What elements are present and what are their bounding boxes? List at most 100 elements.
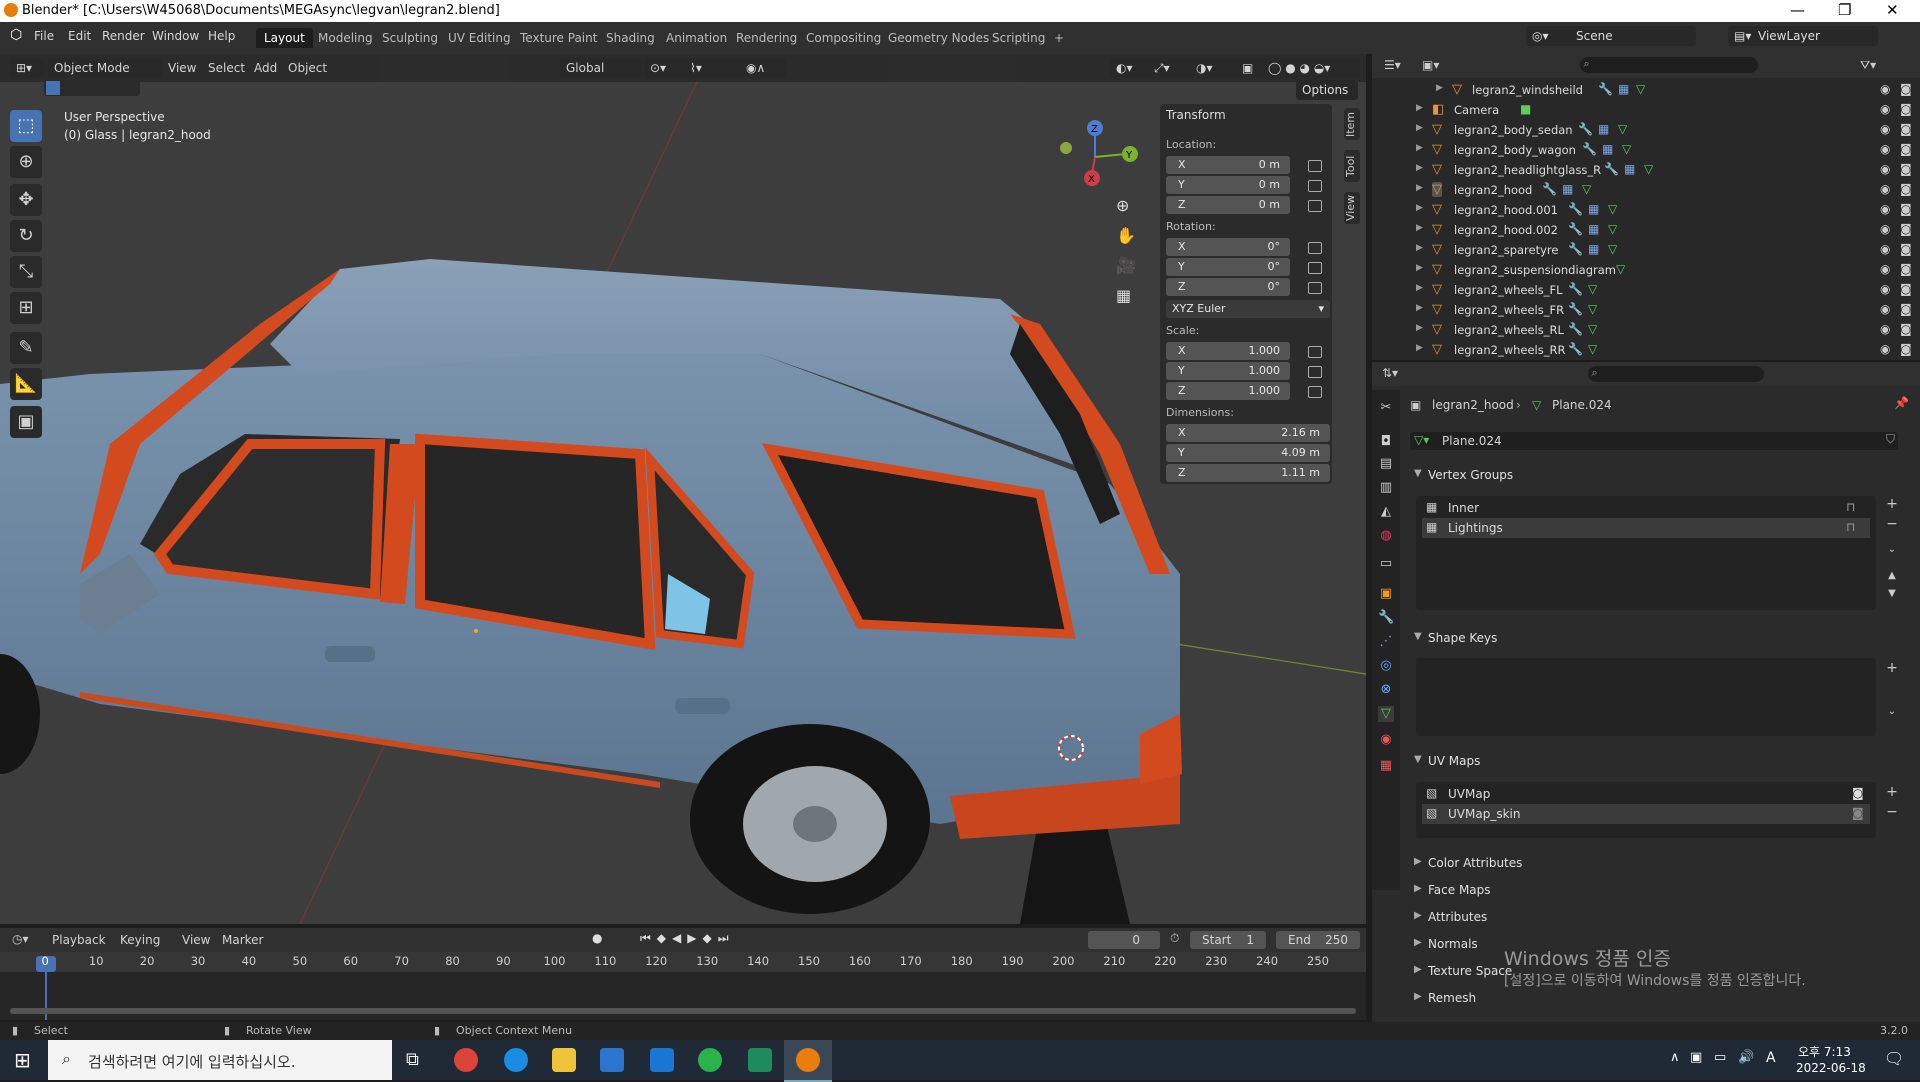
taskbar-date[interactable]: 2022-06-18 [1796, 1061, 1866, 1075]
lock-icon[interactable] [1308, 180, 1322, 192]
restore-icon[interactable]: ❐ [1838, 1, 1851, 19]
viewport-menu-view[interactable]: View [168, 61, 196, 75]
record-icon[interactable]: ● [592, 931, 602, 945]
remove-vertex-group-button[interactable]: − [1884, 516, 1900, 532]
tab-modeling[interactable]: Modeling [310, 28, 381, 48]
texture-tab-icon[interactable]: ▦ [1378, 758, 1394, 774]
shading-modes-icon[interactable]: ◯ ● ◕ ◒▾ [1262, 58, 1360, 78]
lock-icon[interactable] [1308, 262, 1322, 274]
outliner-row[interactable]: ▶ ▽ legran2_wheels_FR 🔧 ▽ ◉ ◙ [1372, 300, 1920, 320]
dimensions-z-field[interactable]: Z 1.11 m [1166, 464, 1330, 482]
maps-app-icon[interactable] [748, 1048, 772, 1072]
scale-z-field[interactable]: Z 1.000 [1166, 382, 1290, 400]
timeline-menu-marker[interactable]: Marker [222, 933, 263, 947]
add-vertex-group-button[interactable]: + [1884, 496, 1900, 512]
tab-compositing[interactable]: Compositing [798, 28, 889, 48]
viewlayer-selector[interactable]: ViewLayer [1752, 26, 1878, 46]
color-attributes-header[interactable]: ▶ Color Attributes [1408, 852, 1906, 876]
modifier-tab-icon[interactable]: 🔧 [1378, 610, 1394, 626]
physics-tab-icon[interactable]: ◎ [1378, 658, 1394, 674]
zoom-icon[interactable]: ⊕ [1116, 196, 1129, 215]
rotation-x-field[interactable]: X 0° [1166, 238, 1290, 256]
navigation-gizmo[interactable]: Z Y X [1050, 112, 1140, 202]
display-mode-icon[interactable]: ▣▾ [1422, 58, 1439, 72]
outliner-row[interactable]: ▶ ▽ legran2_wheels_FL 🔧 ▽ ◉ ◙ [1372, 280, 1920, 300]
menu-edit[interactable]: Edit [68, 29, 91, 43]
playback-controls-icon[interactable]: ⏮◆◀▶◆⏭ [640, 931, 735, 946]
gizmo-icon[interactable]: ⤢▾ [1148, 58, 1194, 78]
timeline-scrollbar[interactable] [10, 1008, 1356, 1014]
outliner-row[interactable]: ▶ ▽ legran2_hood.002 🔧 ▦ ▽ ◉ ◙ [1372, 220, 1920, 240]
mail-icon[interactable] [650, 1048, 674, 1072]
sidebar-tab-item[interactable]: Item [1344, 108, 1360, 140]
tab-geometry-nodes[interactable]: Geometry Nodes [880, 28, 997, 48]
tool-tab-icon[interactable]: ✂ [1378, 400, 1394, 416]
editor-type-icon[interactable]: ⊞▾ [10, 58, 44, 78]
scale-tool-icon[interactable]: ⤡ [10, 256, 42, 288]
select-box-tool-icon[interactable]: ⬚ [10, 110, 42, 142]
attributes-header[interactable]: ▶ Attributes [1408, 906, 1906, 930]
location-z-field[interactable]: Z0 m [1166, 196, 1290, 214]
tab-layout[interactable]: Layout [256, 28, 313, 48]
current-frame-field[interactable]: 0 [1088, 931, 1160, 949]
tab-scripting[interactable]: Scripting [984, 28, 1053, 48]
end-frame-field[interactable]: End 250 [1276, 931, 1360, 949]
constraints-tab-icon[interactable]: ⊗ [1378, 682, 1394, 698]
network-icon[interactable]: ▭ [1714, 1050, 1726, 1065]
lock-icon[interactable] [1308, 346, 1322, 358]
move-down-icon[interactable]: ▼ [1884, 588, 1900, 604]
properties-search-input[interactable]: ⌕ [1588, 366, 1764, 382]
close-icon[interactable]: ✕ [1886, 1, 1899, 19]
annotate-tool-icon[interactable]: ✎ [10, 332, 42, 364]
lock-icon[interactable] [1308, 366, 1322, 378]
tab-rendering[interactable]: Rendering [728, 28, 805, 48]
outliner-row[interactable]: ▶ ◧ Camera ■ ◉ ◙ [1372, 100, 1920, 120]
world-tab-icon[interactable]: ◍ [1378, 528, 1394, 544]
viewport-menu-object[interactable]: Object [288, 61, 327, 75]
outliner-editor-icon[interactable]: ☰▾ [1384, 58, 1401, 72]
volume-icon[interactable]: 🔊 [1738, 1050, 1754, 1065]
outliner-search-input[interactable]: ⌕ [1580, 57, 1758, 73]
lock-icon[interactable] [1308, 242, 1322, 254]
output-tab-icon[interactable]: ▤ [1378, 456, 1394, 472]
mode-selector[interactable]: Object Mode [48, 58, 162, 78]
shape-keys-list[interactable] [1416, 658, 1876, 736]
tab-texture-paint[interactable]: Texture Paint [512, 28, 605, 48]
sidebar-tab-view[interactable]: View [1344, 192, 1360, 224]
outliner-row[interactable]: ▶ ▽ legran2_headlightglass_R 🔧 ▦ ▽ ◉ ◙ [1372, 160, 1920, 180]
chrome-icon[interactable] [454, 1048, 478, 1072]
taskbar-time[interactable]: 오후 7:13 [1798, 1043, 1851, 1060]
cursor-tool-icon[interactable]: ⊕ [10, 146, 42, 178]
scale-y-field[interactable]: Y 1.000 [1166, 362, 1290, 380]
viewport-menu-add[interactable]: Add [254, 61, 277, 75]
rotation-y-field[interactable]: Y 0° [1166, 258, 1290, 276]
viewport-menu-select[interactable]: Select [208, 61, 245, 75]
ortho-grid-icon[interactable]: ▦ [1116, 286, 1131, 305]
menu-window[interactable]: Window [152, 29, 199, 43]
outliner-row[interactable]: ▶ ▽ legran2_sparetyre 🔧 ▦ ▽ ◉ ◙ [1372, 240, 1920, 260]
outliner-row[interactable]: ▶ ▽ legran2_body_wagon 🔧 ▦ ▽ ◉ ◙ [1372, 140, 1920, 160]
object-tab-icon[interactable]: ▣ [1378, 586, 1394, 602]
transform-orientation-selector[interactable]: Global [560, 58, 642, 78]
options-button[interactable]: Options [1296, 80, 1358, 100]
transform-tool-icon[interactable]: ⊞ [10, 292, 42, 324]
scale-x-field[interactable]: X 1.000 [1166, 342, 1290, 360]
render-tab-icon[interactable]: ◘ [1378, 434, 1394, 450]
rotate-tool-icon[interactable]: ↻ [10, 220, 42, 252]
ime-indicator[interactable]: A [1766, 1050, 1776, 1066]
blender-taskbar-button[interactable] [784, 1040, 832, 1082]
lock-icon[interactable] [1308, 200, 1322, 212]
list-item[interactable]: ▦ Lightings ⊓ [1422, 518, 1870, 538]
location-y-field[interactable]: Y0 m [1166, 176, 1290, 194]
mesh-name-field[interactable]: ▽▾ Plane.024 [1410, 432, 1898, 450]
proportional-edit-icon[interactable]: ◉∧ [740, 58, 786, 78]
outliner-row[interactable]: ▶ ▽ legran2_body_sedan 🔧 ▦ ▽ ◉ ◙ [1372, 120, 1920, 140]
pin-icon[interactable]: 📌 [1894, 396, 1909, 410]
sync-app-icon[interactable] [698, 1048, 722, 1072]
pivot-icon[interactable]: ⊙▾ [644, 58, 686, 78]
material-tab-icon[interactable]: ◉ [1378, 732, 1394, 748]
menu-file[interactable]: File [34, 29, 54, 43]
scene-tab-icon[interactable]: ◭ [1378, 504, 1394, 520]
timeline-menu-view[interactable]: View [182, 933, 210, 947]
list-item[interactable]: ▧ UVMap ◙ [1422, 784, 1870, 804]
